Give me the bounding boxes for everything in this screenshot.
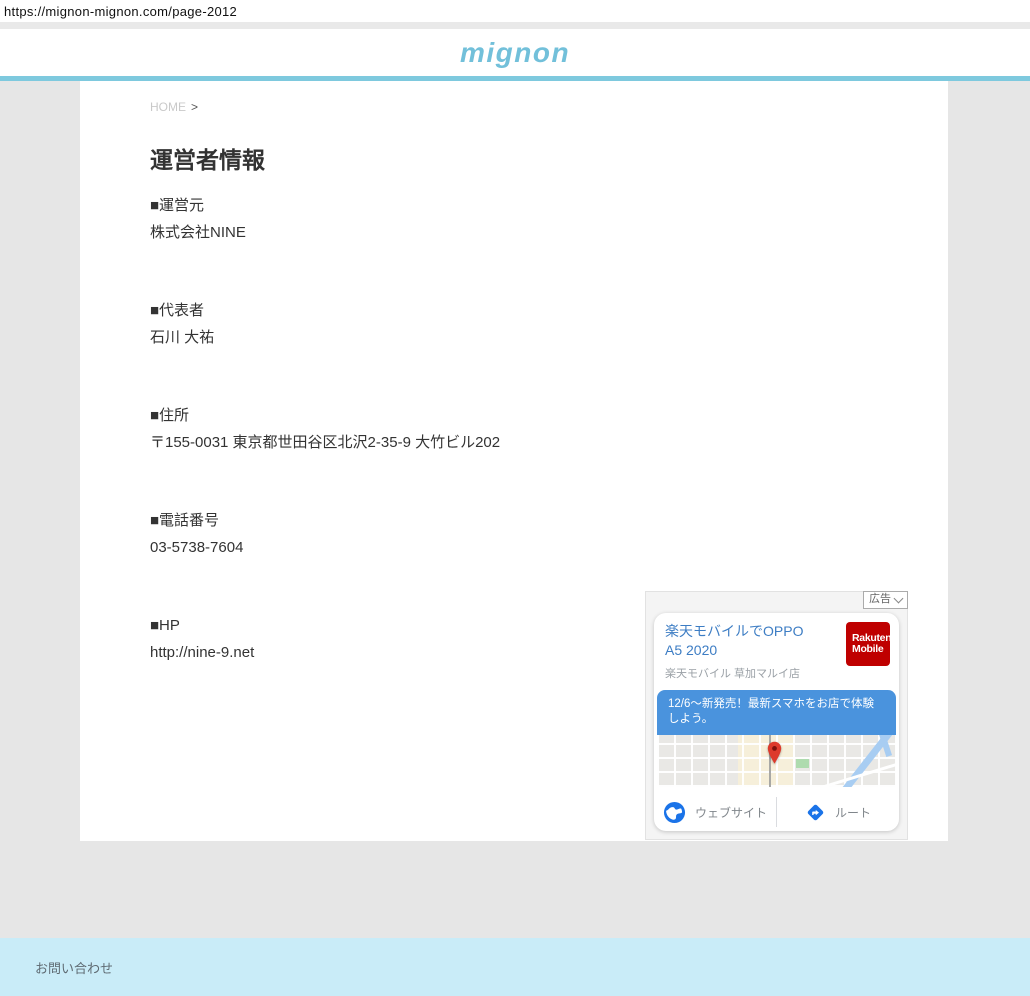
site-logo[interactable]: mignon (460, 37, 570, 69)
page-title: 運営者情報 (150, 141, 948, 175)
logo-line2: Mobile (852, 644, 890, 655)
chevron-down-icon (894, 593, 904, 603)
ad-card[interactable]: 楽天モバイルでOPPO A5 2020 楽天モバイル 草加マルイ店 Rakute… (654, 613, 899, 831)
page-url: https://mignon-mignon.com/page-2012 (0, 0, 1030, 22)
info-value: 〒155-0031 東京都世田谷区北沢2-35-9 大竹ビル202 (150, 429, 948, 456)
ad-subtitle: 楽天モバイル 草加マルイ店 (665, 665, 821, 681)
info-value: 石川 大祐 (150, 324, 948, 351)
route-button[interactable]: ルート (777, 802, 899, 823)
info-group-phone: ■電話番号 03-5738-7604 (150, 507, 948, 561)
content-column: HOME > 運営者情報 ■運営元 株式会社NINE ■代表者 石川 大祐 ■住所… (80, 81, 948, 841)
info-group-representative: ■代表者 石川 大祐 (150, 297, 948, 351)
main-area: HOME > 運営者情報 ■運営元 株式会社NINE ■代表者 石川 大祐 ■住所… (0, 81, 1030, 938)
ad-map[interactable] (657, 735, 896, 787)
globe-icon (663, 801, 686, 824)
page-footer: お問い合わせ (0, 938, 1030, 996)
info-label: ■代表者 (150, 297, 948, 324)
website-button-label: ウェブサイト (695, 804, 767, 821)
ad-badge[interactable]: 広告 (863, 591, 908, 609)
map-park-patch (796, 759, 809, 768)
info-label: ■住所 (150, 402, 948, 429)
rakuten-mobile-logo: Rakuten Mobile (846, 622, 890, 666)
ad-container: 広告 楽天モバイルでOPPO A5 2020 楽天モバイル 草加マルイ店 Rak… (645, 591, 908, 840)
ad-title-link[interactable]: 楽天モバイルでOPPO A5 2020 (665, 622, 821, 660)
info-label: ■運営元 (150, 192, 948, 219)
info-value: 株式会社NINE (150, 219, 948, 246)
top-divider-strip (0, 22, 1030, 29)
info-value: 03-5738-7604 (150, 534, 948, 561)
route-button-label: ルート (835, 804, 871, 821)
breadcrumb: HOME > (150, 100, 948, 114)
breadcrumb-home-link[interactable]: HOME (150, 100, 186, 114)
info-label: ■電話番号 (150, 507, 948, 534)
ad-banner-text: 12/6〜新発売！最新スマホをお店で体験しよう。 (657, 690, 896, 735)
directions-icon (805, 802, 826, 823)
info-group-operator: ■運営元 株式会社NINE (150, 192, 948, 246)
map-pin-icon (766, 741, 783, 765)
contact-link[interactable]: お問い合わせ (35, 958, 113, 977)
ad-badge-label: 広告 (869, 593, 891, 606)
site-header: mignon (0, 29, 1030, 76)
breadcrumb-separator: > (191, 100, 198, 114)
website-button[interactable]: ウェブサイト (654, 801, 776, 824)
info-group-address: ■住所 〒155-0031 東京都世田谷区北沢2-35-9 大竹ビル202 (150, 402, 948, 456)
